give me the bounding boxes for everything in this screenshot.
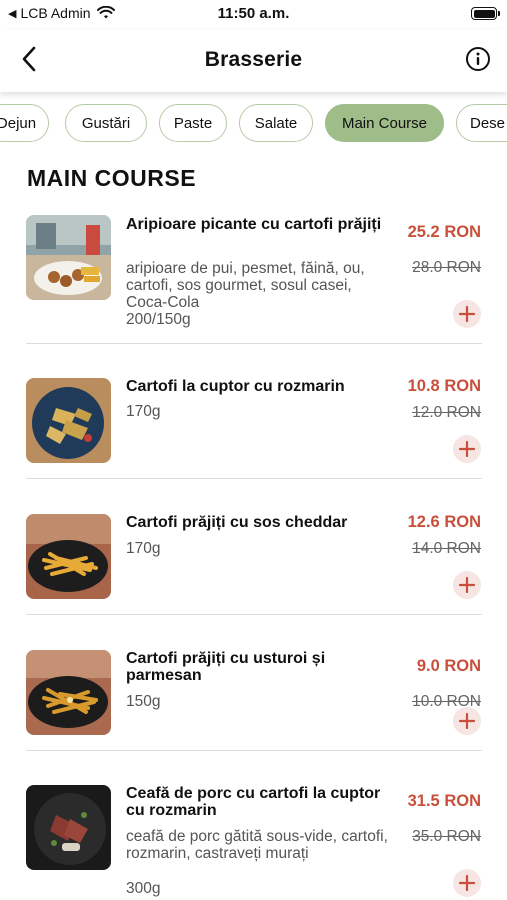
item-price: 31.5 RON: [407, 792, 481, 810]
item-weight: 300g: [126, 880, 161, 897]
info-button[interactable]: [465, 46, 491, 72]
page-title: Brasserie: [204, 48, 303, 71]
item-image: [26, 378, 111, 463]
tab-main-course[interactable]: Main Course: [325, 104, 444, 142]
item-price: 9.0 RON: [416, 657, 481, 675]
header: Brasserie: [0, 30, 507, 92]
item-old-price: 35.0 RON: [412, 828, 481, 845]
menu-item[interactable]: Cartofi prăjiți cu sos cheddar 170g 12.6…: [0, 513, 507, 604]
item-name: Aripioare picante cu cartofi prăjiți: [126, 216, 382, 233]
item-image: [26, 215, 111, 300]
tab-label: Dejun: [0, 114, 37, 132]
item-price: 25.2 RON: [407, 223, 481, 241]
tab-paste[interactable]: Paste: [159, 104, 227, 142]
item-description: ceafă de porc gătită sous-vide, cartofi,…: [126, 828, 388, 862]
tab-label: Dese: [470, 114, 506, 132]
plus-icon: [459, 577, 475, 593]
plus-icon: [459, 713, 475, 729]
status-time: 11:50 a.m.: [217, 5, 290, 22]
tab-label: Salate: [254, 114, 298, 132]
item-old-price: 14.0 RON: [412, 540, 481, 557]
plus-icon: [459, 306, 475, 322]
menu-item[interactable]: Aripioare picante cu cartofi prăjiți ari…: [0, 215, 507, 345]
menu-item[interactable]: Cartofi prăjiți cu usturoi și parmesan 1…: [0, 650, 507, 740]
item-image: [26, 785, 111, 870]
tab-label: Gustări: [81, 114, 131, 132]
divider: [26, 614, 482, 615]
item-description: aripioare de pui, pesmet, făină, ou, car…: [126, 260, 365, 311]
add-to-cart-button[interactable]: [453, 300, 481, 328]
item-weight: 200/150g: [126, 311, 191, 328]
add-to-cart-button[interactable]: [453, 707, 481, 735]
menu-item[interactable]: Cartofi la cuptor cu rozmarin 170g 10.8 …: [0, 377, 507, 468]
tab-desert[interactable]: Dese: [456, 104, 507, 142]
tab-dejun[interactable]: Dejun: [0, 104, 49, 142]
item-old-price: 28.0 RON: [412, 259, 481, 276]
add-to-cart-button[interactable]: [453, 435, 481, 463]
item-weight: 150g: [126, 693, 161, 710]
item-weight: 170g: [126, 540, 161, 557]
item-price: 12.6 RON: [407, 513, 481, 531]
section-title: MAIN COURSE: [27, 165, 197, 191]
item-name: Ceafă de porc cu cartofi la cuptor cu ro…: [126, 785, 381, 819]
tab-label: Paste: [173, 114, 213, 132]
item-image: [26, 514, 111, 599]
divider: [26, 750, 482, 751]
tab-label: Main Course: [341, 114, 428, 132]
item-weight: 170g: [126, 403, 161, 420]
item-name: Cartofi prăjiți cu usturoi și parmesan: [126, 650, 326, 684]
divider: [26, 343, 482, 344]
info-circle-icon: [466, 47, 490, 71]
status-bar: ◀ LCB Admin 11:50 a.m.: [0, 0, 507, 28]
item-image: [26, 650, 111, 735]
tab-gustari[interactable]: Gustări: [65, 104, 147, 142]
menu-item[interactable]: Ceafă de porc cu cartofi la cuptor cu ro…: [0, 785, 507, 900]
item-price: 10.8 RON: [407, 377, 481, 395]
item-name: Cartofi prăjiți cu sos cheddar: [126, 514, 348, 531]
plus-icon: [459, 875, 475, 891]
plus-icon: [459, 441, 475, 457]
add-to-cart-button[interactable]: [453, 869, 481, 897]
tab-salate[interactable]: Salate: [239, 104, 313, 142]
item-name: Cartofi la cuptor cu rozmarin: [126, 378, 345, 395]
category-tabs: Dejun Gustări Paste Salate Main Course D…: [0, 104, 507, 144]
item-old-price: 12.0 RON: [412, 404, 481, 421]
divider: [26, 478, 482, 479]
add-to-cart-button[interactable]: [453, 571, 481, 599]
battery-icon: [471, 7, 500, 20]
